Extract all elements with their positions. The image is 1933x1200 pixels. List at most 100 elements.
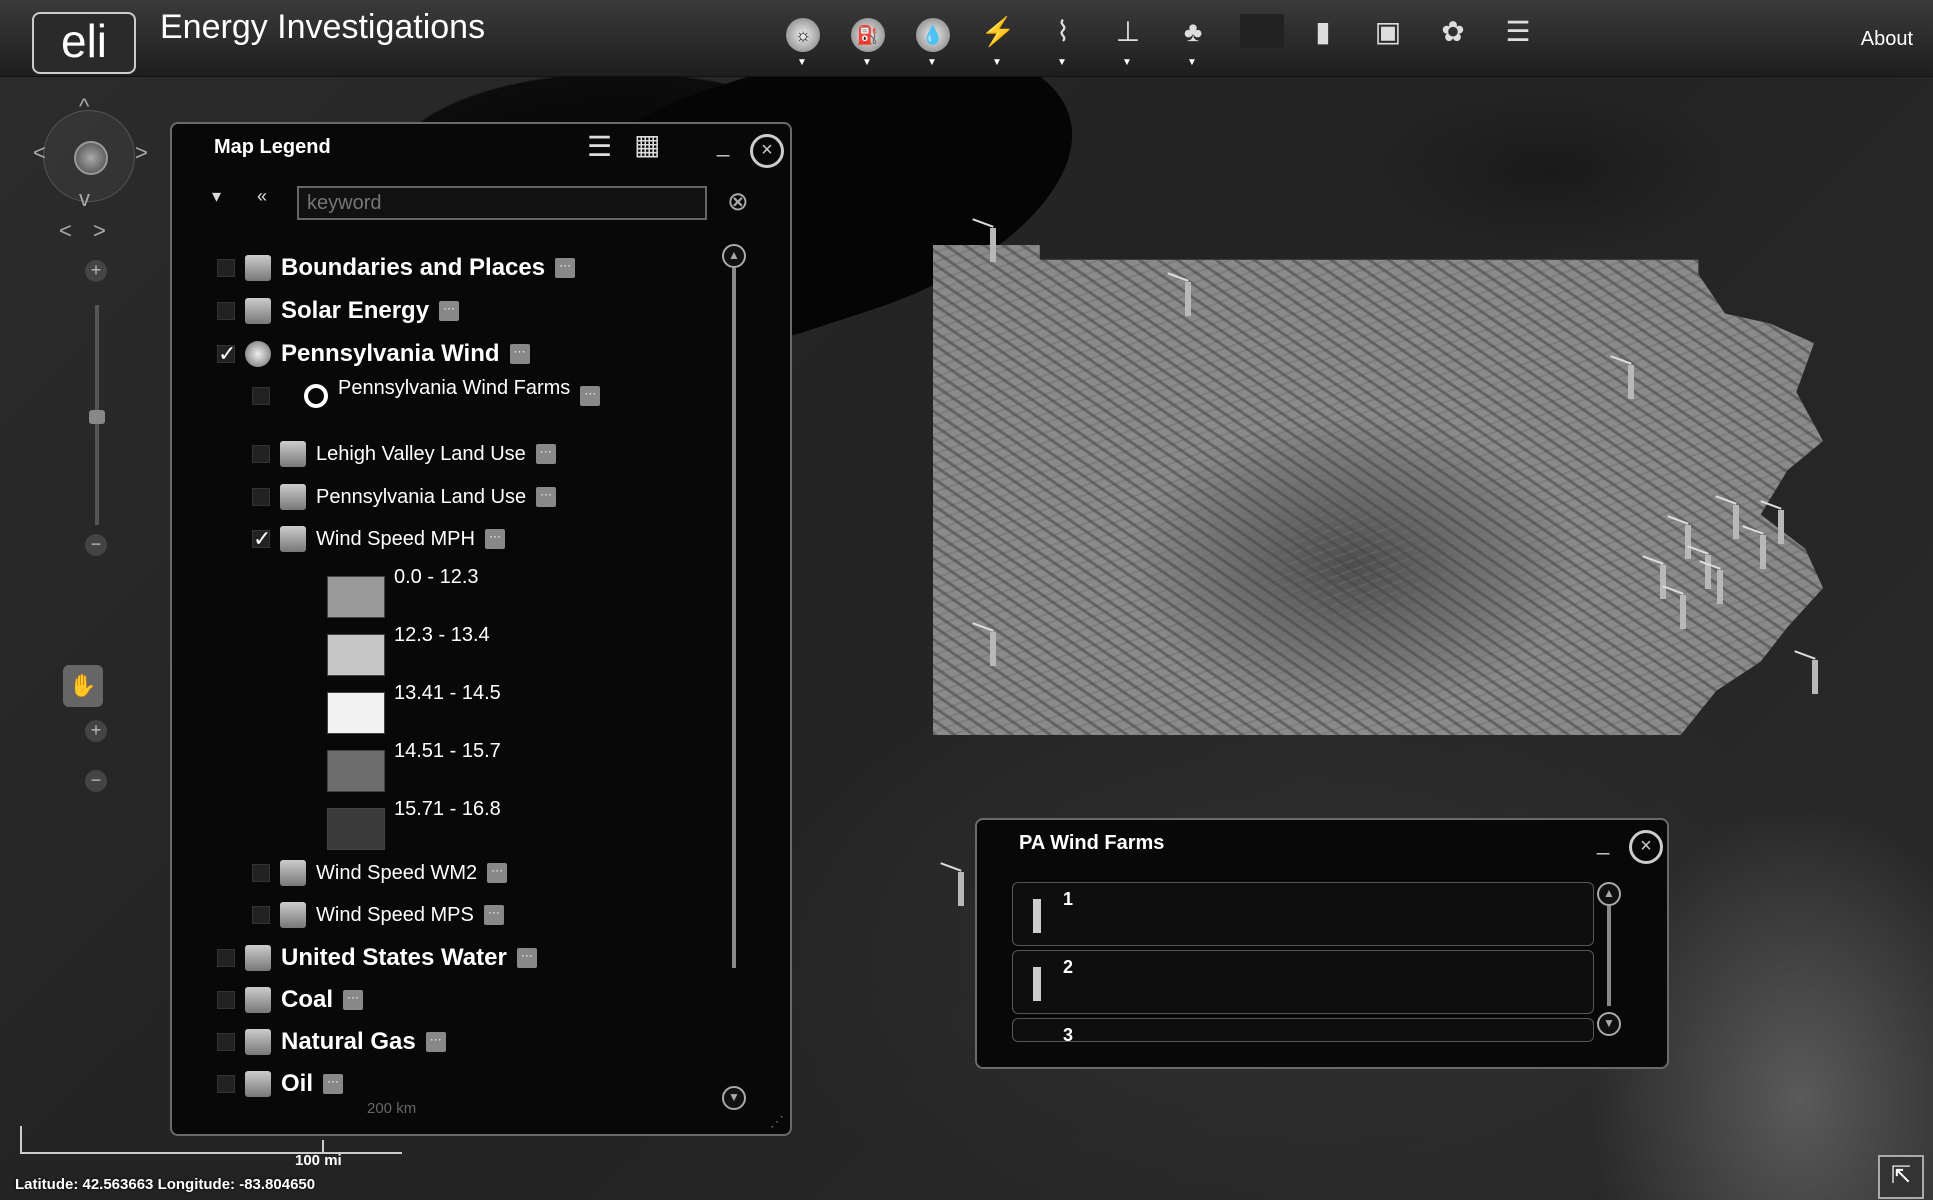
list-icon[interactable]: ☰ — [1500, 14, 1536, 54]
rotate-right-icon[interactable]: > — [93, 218, 106, 244]
layer-checkbox[interactable] — [252, 488, 270, 506]
legend-item[interactable]: Pennsylvania Land Use ··· — [252, 484, 557, 510]
layer-checkbox[interactable] — [217, 991, 235, 1009]
plant-icon[interactable]: ♣ — [1175, 14, 1211, 68]
zoom-in-icon-small[interactable]: + — [85, 720, 107, 742]
legend-item[interactable]: United States Water ··· — [217, 944, 537, 972]
scroll-track[interactable] — [1607, 906, 1611, 1006]
wind-farm-marker[interactable] — [990, 228, 996, 262]
zoom-out-button[interactable]: − — [85, 534, 107, 556]
more-icon[interactable]: ··· — [484, 529, 505, 549]
wind-farm-marker[interactable] — [990, 632, 996, 666]
wind-farm-marker[interactable] — [1680, 595, 1686, 629]
wind-farms-scrollbar[interactable]: ▲ ▼ — [1597, 882, 1621, 1036]
table-view-icon[interactable]: ▦ — [634, 128, 660, 161]
legend-item[interactable]: Solar Energy ··· — [217, 297, 460, 325]
layer-checkbox[interactable] — [252, 387, 270, 405]
image-icon[interactable]: ▣ — [1370, 14, 1406, 54]
pipeline-icon[interactable]: ⊥ — [1110, 14, 1146, 68]
resize-grip-icon[interactable]: ⋰ — [770, 1113, 784, 1130]
close-button[interactable]: × — [750, 134, 784, 168]
layer-checkbox[interactable] — [217, 949, 235, 967]
more-icon[interactable]: ··· — [487, 863, 508, 883]
minimize-button[interactable]: _ — [717, 132, 729, 158]
legend-item[interactable]: Natural Gas ··· — [217, 1028, 446, 1056]
legend-item[interactable]: Boundaries and Places ··· — [217, 254, 576, 282]
layer-checkbox[interactable] — [217, 1075, 235, 1093]
scroll-down-button[interactable]: ▼ — [1597, 1012, 1621, 1036]
legend-scrollbar[interactable]: ▲ ▼ — [722, 244, 746, 1110]
more-icon[interactable]: ··· — [535, 444, 556, 464]
legend-item[interactable]: Wind Speed WM2 ··· — [252, 860, 508, 886]
scroll-up-button[interactable]: ▲ — [722, 244, 746, 268]
power-line-icon[interactable]: ⌇ — [1045, 14, 1081, 68]
layer-checkbox[interactable] — [217, 302, 235, 320]
collapse-all-icon[interactable]: ▾ — [212, 186, 221, 207]
pan-down-icon[interactable]: v — [79, 186, 90, 212]
pan-right-icon[interactable]: > — [135, 140, 148, 166]
layer-checkbox[interactable] — [252, 445, 270, 463]
wind-farm-marker[interactable] — [1705, 555, 1711, 589]
legend-item[interactable]: Coal ··· — [217, 986, 364, 1014]
back-icon[interactable]: « — [257, 186, 267, 207]
pan-left-icon[interactable]: < — [33, 140, 46, 166]
close-button[interactable]: × — [1629, 830, 1663, 864]
wind-farm-list-item[interactable]: 2 — [1012, 950, 1594, 1014]
pan-up-icon[interactable]: ^ — [79, 94, 89, 120]
water-drop-icon[interactable]: 💧 — [915, 14, 951, 68]
legend-item[interactable]: Pennsylvania Wind Farms ··· — [252, 377, 601, 408]
blank-tool[interactable] — [1240, 14, 1284, 54]
pan-center[interactable] — [74, 141, 108, 175]
layer-checkbox[interactable] — [217, 259, 235, 277]
rotate-left-icon[interactable]: < — [59, 218, 72, 244]
more-icon[interactable]: ··· — [425, 1032, 446, 1052]
zoom-knob[interactable] — [89, 410, 105, 424]
more-icon[interactable]: ··· — [555, 258, 576, 278]
more-icon[interactable]: ··· — [580, 386, 601, 406]
layer-checkbox[interactable] — [252, 906, 270, 924]
legend-item[interactable]: Wind Speed MPS ··· — [252, 902, 504, 928]
more-icon[interactable]: ··· — [536, 487, 557, 507]
legend-item[interactable]: ✓ Wind Speed MPH ··· — [252, 526, 505, 552]
more-icon[interactable]: ··· — [483, 905, 504, 925]
layer-checkbox-checked[interactable]: ✓ — [252, 528, 271, 550]
layer-checkbox[interactable] — [217, 1033, 235, 1051]
scroll-up-button[interactable]: ▲ — [1597, 882, 1621, 906]
more-icon[interactable]: ··· — [516, 948, 537, 968]
about-link[interactable]: About — [1861, 28, 1913, 51]
legend-item[interactable]: Lehigh Valley Land Use ··· — [252, 441, 556, 467]
legend-search-input[interactable] — [297, 186, 707, 220]
scroll-track[interactable] — [732, 268, 736, 968]
wind-farm-marker[interactable] — [1717, 570, 1723, 604]
clear-search-icon[interactable]: ⊗ — [727, 186, 749, 217]
app-logo[interactable]: eli — [32, 12, 136, 74]
wind-farm-marker[interactable] — [1660, 565, 1666, 599]
more-icon[interactable]: ··· — [343, 990, 364, 1010]
wind-farm-list-item[interactable]: 3 — [1012, 1018, 1594, 1042]
layer-checkbox-checked[interactable]: ✓ — [217, 343, 236, 365]
wind-farm-marker[interactable] — [1685, 525, 1691, 559]
scroll-down-button[interactable]: ▼ — [722, 1086, 746, 1110]
zoom-slider[interactable]: + − + − — [85, 260, 109, 820]
sun-icon[interactable]: ☼ — [785, 14, 821, 68]
wind-farm-marker[interactable] — [958, 872, 964, 906]
minimize-button[interactable]: _ — [1597, 830, 1609, 856]
wind-farm-list-item[interactable]: 1 — [1012, 882, 1594, 946]
oil-derrick-icon[interactable]: ⛽ — [850, 14, 886, 68]
palette-icon[interactable]: ✿ — [1435, 14, 1471, 54]
legend-item[interactable]: Oil ··· — [217, 1070, 344, 1098]
wind-farm-marker[interactable] — [1760, 535, 1766, 569]
book-icon[interactable]: ▮ — [1305, 14, 1341, 54]
list-view-icon[interactable]: ☰ — [587, 130, 612, 163]
more-icon[interactable]: ··· — [323, 1074, 344, 1094]
wind-farm-marker[interactable] — [1778, 510, 1784, 544]
more-icon[interactable]: ··· — [509, 344, 530, 364]
expand-icon[interactable]: ⇱ — [1878, 1155, 1924, 1199]
more-icon[interactable]: ··· — [439, 301, 460, 321]
wind-farm-marker[interactable] — [1185, 282, 1191, 316]
legend-item[interactable]: ✓ Pennsylvania Wind ··· — [217, 340, 530, 368]
wind-farm-marker[interactable] — [1812, 660, 1818, 694]
wind-turbine-icon[interactable]: ⚡ — [980, 14, 1016, 68]
wind-farm-marker[interactable] — [1628, 365, 1634, 399]
zoom-in-button[interactable]: + — [85, 260, 107, 282]
